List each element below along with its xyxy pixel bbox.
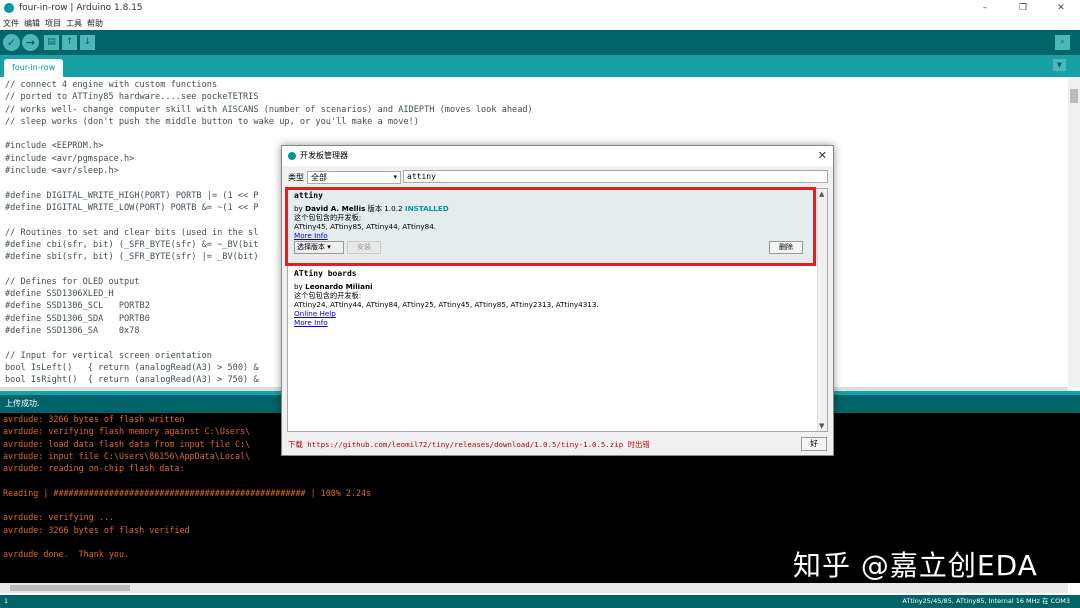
title-bar: four-in-row | Arduino 1.8.15 – ❐ ✕: [0, 0, 1080, 16]
boards-label: 这个包包含的开发板:: [294, 291, 362, 300]
bottom-status-bar: 1 ATtiny25/45/85, ATtiny85, Internal 16 …: [0, 595, 1080, 608]
upload-button[interactable]: →: [22, 34, 39, 51]
tab-four-in-row[interactable]: four-in-row: [4, 59, 64, 77]
minimize-button[interactable]: –: [966, 0, 1004, 16]
menu-tools[interactable]: 工具: [66, 18, 82, 29]
code-line: // connect 4 engine with custom function…: [5, 80, 218, 90]
dialog-title: 开发板管理器: [300, 151, 348, 160]
console-line: avrdude: reading on-chip flash data:: [3, 463, 185, 474]
code-line: // sleep works (don't push the middle bu…: [5, 116, 419, 127]
package-name: ATtiny boards: [294, 269, 357, 278]
verify-button[interactable]: ✓: [3, 34, 20, 51]
console-horizontal-scrollbar[interactable]: [0, 583, 1068, 593]
tab-menu-button[interactable]: ▼: [1053, 59, 1066, 71]
package-author-line: by Leonardo Miliani: [294, 282, 373, 291]
online-help-link[interactable]: Online Help: [294, 309, 811, 318]
watermark: 知乎 @嘉立创EDA: [793, 549, 1038, 582]
ok-button[interactable]: 好: [801, 437, 827, 451]
console-vertical-scrollbar[interactable]: [1068, 413, 1080, 583]
console-line: avrdude: verifying ...: [3, 512, 114, 523]
window-title: four-in-row | Arduino 1.8.15: [19, 3, 143, 13]
menu-file[interactable]: 文件: [3, 18, 19, 29]
chevron-down-icon: ▾: [393, 172, 397, 181]
menu-help[interactable]: 帮助: [87, 18, 103, 29]
scrollbar-thumb[interactable]: [1070, 89, 1078, 103]
menu-sketch[interactable]: 项目: [45, 18, 61, 29]
arduino-logo-icon: [4, 3, 14, 13]
code-line: // ported to ATTiny85 hardware....see po…: [5, 92, 259, 103]
download-error-message: 下载 https://github.com/leomil72/tiny/rele…: [288, 440, 650, 449]
type-label: 类型: [288, 172, 304, 182]
serial-monitor-button[interactable]: ⌕: [1055, 35, 1070, 50]
maximize-button[interactable]: ❐: [1004, 0, 1042, 16]
code-line: // works well- change computer skill wit…: [5, 104, 533, 115]
package-item-attiny-boards[interactable]: ATtiny boards by Leonardo Miliani 这个包包含的…: [288, 267, 817, 355]
type-select[interactable]: 全部 ▾: [307, 170, 401, 184]
window-controls: – ❐ ✕: [966, 0, 1080, 16]
type-select-value: 全部: [311, 172, 327, 182]
board-info: ATtiny25/45/85, ATtiny85, Internal 16 MH…: [902, 597, 1070, 605]
search-input[interactable]: attiny: [403, 170, 828, 183]
package-author: Leonardo Miliani: [305, 282, 373, 291]
type-filter: 类型 全部 ▾: [288, 170, 401, 184]
close-window-button[interactable]: ✕: [1042, 0, 1080, 16]
tab-bar: four-in-row ▼: [0, 55, 1080, 77]
dialog-close-button[interactable]: ✕: [818, 146, 827, 166]
line-number: 1: [4, 597, 9, 605]
console-line: Reading | ##############################…: [3, 487, 372, 498]
arduino-logo-icon: [288, 152, 296, 160]
editor-vertical-scrollbar[interactable]: [1068, 77, 1080, 387]
chevron-up-icon[interactable]: ▲: [819, 190, 824, 198]
save-sketch-button[interactable]: ↓: [80, 35, 95, 50]
package-list-scrollbar[interactable]: ▲ ▼: [817, 189, 827, 431]
open-sketch-button[interactable]: ↑: [62, 35, 77, 50]
console-line: avrdude: 3266 bytes of flash verified: [3, 524, 190, 535]
highlight-box: [285, 187, 816, 266]
more-info-link[interactable]: More Info: [294, 318, 811, 327]
chevron-down-icon[interactable]: ▼: [819, 422, 824, 430]
scrollbar-thumb[interactable]: [10, 585, 130, 591]
dialog-title-bar: 开发板管理器 ✕: [282, 146, 833, 166]
boards-list: ATtiny24, ATtiny44, ATtiny84, ATtiny25, …: [294, 300, 599, 309]
menu-edit[interactable]: 编辑: [24, 18, 40, 29]
menu-bar: 文件 编辑 项目 工具 帮助: [0, 16, 1080, 30]
toolbar: ✓ → ▤ ↑ ↓ ⌕: [0, 30, 1080, 55]
new-sketch-button[interactable]: ▤: [44, 35, 59, 50]
